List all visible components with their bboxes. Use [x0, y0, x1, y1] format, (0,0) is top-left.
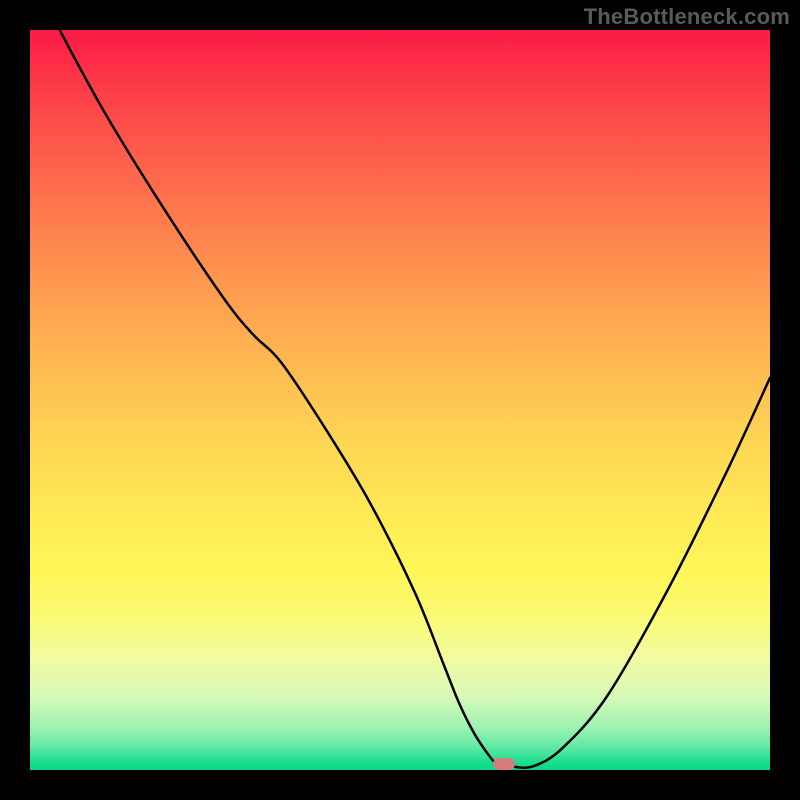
bottleneck-curve — [60, 30, 770, 768]
plot-area — [30, 30, 770, 770]
chart-frame: TheBottleneck.com — [0, 0, 800, 800]
watermark-text: TheBottleneck.com — [584, 4, 790, 30]
curve-svg — [30, 30, 770, 770]
optimal-marker — [493, 758, 515, 770]
